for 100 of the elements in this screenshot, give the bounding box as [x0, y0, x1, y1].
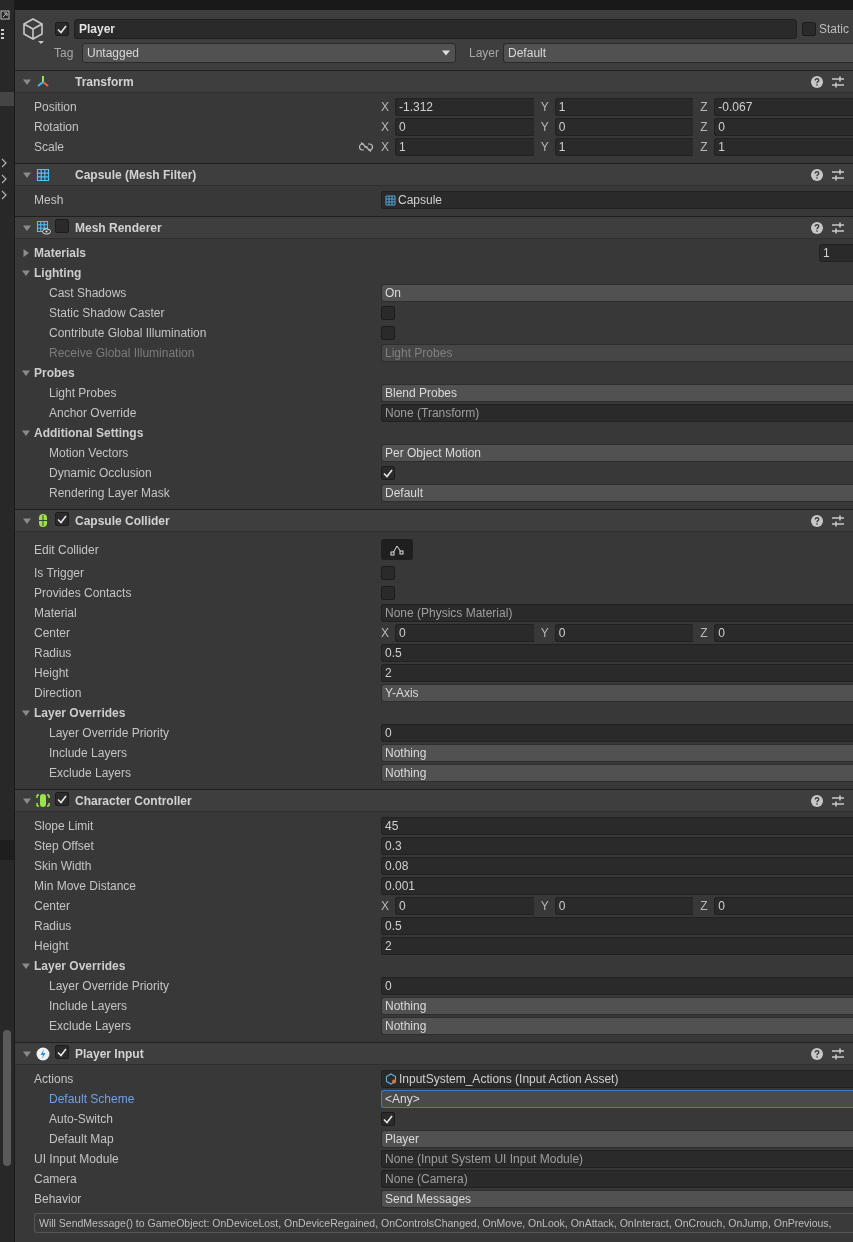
edit-collider-button[interactable] — [381, 539, 413, 560]
dropdown[interactable]: Default — [381, 484, 853, 502]
number-field[interactable]: 0.08 — [381, 857, 853, 875]
unlink-icon[interactable] — [359, 142, 373, 152]
number-field[interactable]: 45 — [381, 817, 853, 835]
number-field[interactable]: 0 — [381, 977, 853, 995]
number-field[interactable]: 0 — [395, 118, 534, 136]
object-field[interactable]: None (Physics Material) — [381, 604, 853, 622]
sliders-icon[interactable] — [831, 221, 845, 234]
checkbox[interactable] — [55, 219, 69, 233]
object-field[interactable]: None (Camera) — [381, 1170, 853, 1188]
checkbox[interactable] — [55, 1045, 69, 1059]
caret-icon[interactable] — [21, 368, 31, 378]
number-field[interactable]: 1 — [714, 138, 853, 156]
dropdown[interactable]: Nothing — [381, 744, 853, 762]
number-field[interactable]: -0.067 — [714, 98, 853, 116]
property-label: Actions — [34, 1072, 74, 1086]
checkbox[interactable] — [55, 792, 69, 806]
help-icon[interactable] — [811, 221, 823, 234]
number-field[interactable]: 0.3 — [381, 837, 853, 855]
number-field[interactable]: 0 — [554, 897, 694, 915]
dropdown[interactable]: Nothing — [381, 764, 853, 782]
number-field[interactable]: 2 — [381, 937, 853, 955]
menu-icon[interactable] — [0, 28, 6, 40]
number-field[interactable]: 0 — [714, 624, 853, 642]
help-icon[interactable] — [811, 1047, 823, 1060]
number-field[interactable]: 1 — [554, 98, 694, 116]
number-field[interactable]: 0 — [714, 897, 853, 915]
foldout-label[interactable]: Layer Overrides — [34, 959, 126, 973]
property-label: Receive Global Illumination — [49, 346, 195, 360]
dropdown[interactable]: Nothing — [381, 1017, 853, 1035]
sliders-icon[interactable] — [831, 514, 845, 527]
checkbox[interactable] — [381, 466, 395, 480]
name-field[interactable]: Player — [74, 19, 797, 39]
object-field[interactable]: None (Input System UI Input Module) — [381, 1150, 853, 1168]
foldout-label[interactable]: Probes — [34, 366, 75, 380]
dropdown[interactable]: Per Object Motion — [381, 444, 853, 462]
dropdown[interactable]: Player — [381, 1130, 853, 1148]
number-field[interactable]: 0.001 — [381, 877, 853, 895]
number-field[interactable]: 0.5 — [381, 644, 853, 662]
help-icon[interactable] — [811, 168, 823, 181]
number-field[interactable]: 0 — [395, 624, 534, 642]
dropdown[interactable]: Y-Axis — [381, 684, 853, 702]
number-field[interactable]: 0.5 — [381, 917, 853, 935]
number-field[interactable]: 0 — [714, 118, 853, 136]
dropdown[interactable]: <Any> — [381, 1090, 853, 1108]
property-label: Radius — [34, 646, 72, 660]
object-field[interactable]: InputSystem_Actions (Input Action Asset) — [381, 1070, 853, 1088]
object-field[interactable]: None (Transform) — [381, 404, 853, 422]
axes-icon — [36, 74, 50, 89]
axis-label: Y — [540, 140, 550, 154]
tag-label: Tag — [54, 46, 75, 60]
scrollbar-thumb[interactable] — [3, 1030, 11, 1166]
object-field[interactable]: Capsule — [381, 191, 853, 209]
number-field[interactable]: 1 — [554, 138, 694, 156]
checkbox[interactable] — [381, 1112, 395, 1126]
number-field[interactable]: 0 — [554, 624, 694, 642]
tag-dropdown[interactable]: Untagged — [82, 43, 456, 63]
help-icon[interactable] — [811, 514, 823, 527]
checkbox[interactable] — [802, 22, 816, 36]
property-label: Rendering Layer Mask — [49, 486, 170, 500]
caret-icon[interactable] — [21, 708, 31, 718]
property-label: Layer Override Priority — [49, 726, 170, 740]
sliders-icon[interactable] — [831, 75, 845, 88]
number-field[interactable]: 0 — [554, 118, 694, 136]
sliders-icon[interactable] — [831, 1047, 845, 1060]
checkbox[interactable] — [381, 586, 395, 600]
number-field[interactable]: -1.312 — [395, 98, 534, 116]
number-field[interactable]: 0 — [381, 724, 853, 742]
caret-icon[interactable] — [21, 248, 31, 258]
dropdown[interactable]: On — [381, 284, 853, 302]
dropdown[interactable]: Send Messages — [381, 1190, 853, 1208]
number-field[interactable]: 1 — [819, 244, 853, 262]
caret-icon[interactable] — [21, 428, 31, 438]
axis-label: X — [381, 899, 390, 913]
help-icon[interactable] — [811, 75, 823, 88]
capsule-icon — [36, 793, 50, 808]
foldout-label[interactable]: Layer Overrides — [34, 706, 126, 720]
window-icon[interactable] — [0, 10, 10, 20]
help-icon[interactable] — [811, 794, 823, 807]
foldout-label[interactable]: Materials — [34, 246, 87, 260]
checkbox[interactable] — [381, 326, 395, 340]
layer-dropdown[interactable]: Default — [503, 43, 853, 63]
number-field[interactable]: 2 — [381, 664, 853, 682]
dropdown[interactable]: Blend Probes — [381, 384, 853, 402]
number-field[interactable]: 0 — [395, 897, 534, 915]
foldout-label[interactable]: Additional Settings — [34, 426, 144, 440]
checkbox[interactable] — [55, 512, 69, 526]
checkbox[interactable] — [381, 306, 395, 320]
foldout-label[interactable]: Lighting — [34, 266, 82, 280]
property-label: Rotation — [34, 120, 79, 134]
sliders-icon[interactable] — [831, 794, 845, 807]
caret-icon[interactable] — [21, 961, 31, 971]
caret-icon[interactable] — [21, 268, 31, 278]
checkbox[interactable] — [55, 22, 69, 36]
checkbox[interactable] — [381, 566, 395, 580]
dropdown[interactable]: Nothing — [381, 997, 853, 1015]
sliders-icon[interactable] — [831, 168, 845, 181]
number-field[interactable]: 1 — [395, 138, 534, 156]
property-label: Height — [34, 939, 69, 953]
